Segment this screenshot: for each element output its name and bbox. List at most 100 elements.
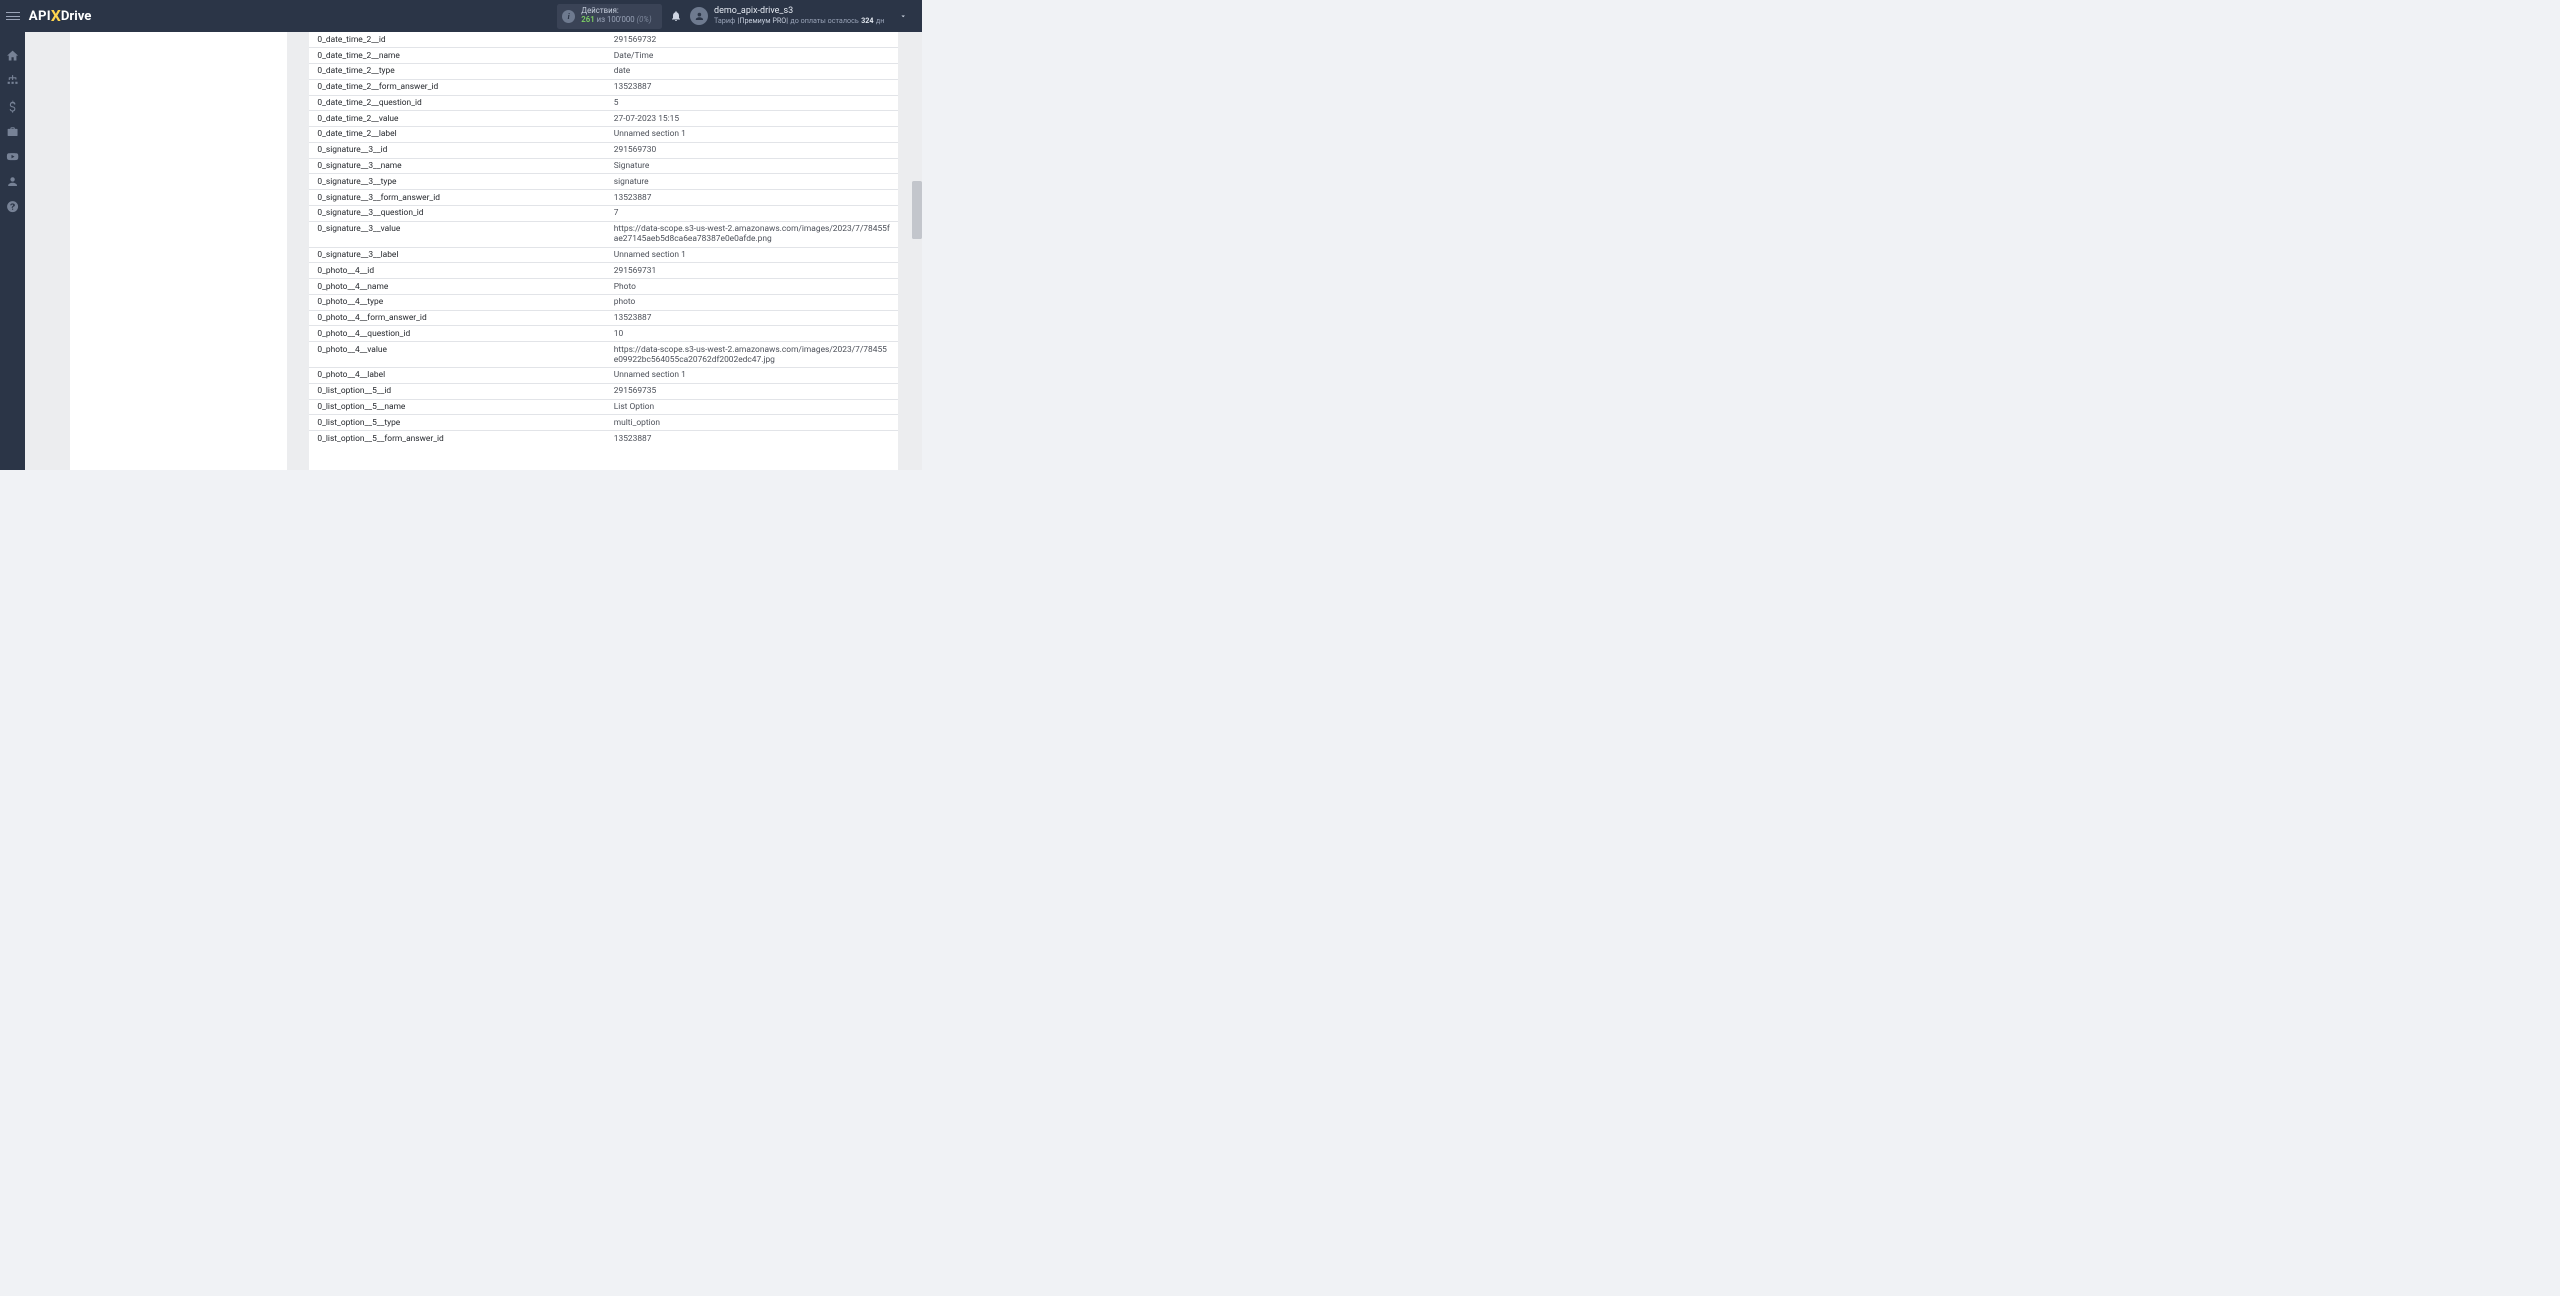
table-row: 0_list_option__5__form_answer_id13523887 [309, 430, 898, 446]
sitemap-icon[interactable] [6, 74, 19, 87]
kv-key: 0_signature__3__label [309, 248, 611, 263]
actions-pct: (0%) [637, 15, 652, 24]
kv-value: https://data-scope.s3-us-west-2.amazonaw… [611, 342, 898, 367]
kv-value: 27-07-2023 15:15 [611, 111, 898, 126]
kv-value: 13523887 [611, 311, 898, 326]
kv-key: 0_signature__3__form_answer_id [309, 190, 611, 205]
briefcase-icon[interactable] [6, 125, 19, 138]
days-suffix: дн [876, 17, 884, 26]
kv-value: Signature [611, 159, 898, 174]
actions-sep: из [597, 15, 605, 24]
kv-key: 0_signature__3__type [309, 174, 611, 189]
table-row: 0_date_time_2__value27-07-2023 15:15 [309, 110, 898, 126]
actions-used: 261 [581, 15, 594, 24]
kv-key: 0_photo__4__name [309, 279, 611, 294]
home-icon[interactable] [6, 49, 19, 62]
kv-key: 0_signature__3__name [309, 159, 611, 174]
table-row: 0_date_time_2__labelUnnamed section 1 [309, 126, 898, 142]
kv-value: Unnamed section 1 [611, 368, 898, 383]
kv-key: 0_signature__3__id [309, 143, 611, 158]
logo-text-1: API [29, 9, 51, 24]
kv-value: 291569732 [611, 32, 898, 47]
left-panel [70, 32, 287, 470]
user-icon[interactable] [6, 175, 19, 188]
kv-key: 0_date_time_2__id [309, 32, 611, 47]
kv-key: 0_date_time_2__question_id [309, 96, 611, 111]
kv-key: 0_photo__4__id [309, 263, 611, 278]
chevron-down-icon [899, 12, 907, 20]
kv-key: 0_photo__4__label [309, 368, 611, 383]
youtube-icon[interactable] [6, 150, 19, 163]
kv-key: 0_date_time_2__form_answer_id [309, 80, 611, 95]
actions-limit: 100'000 [607, 15, 635, 24]
plan-name: |Премиум PRO| [738, 17, 788, 26]
table-row: 0_photo__4__form_answer_id13523887 [309, 310, 898, 326]
notifications-button[interactable] [662, 10, 690, 22]
kv-value: 291569735 [611, 384, 898, 399]
main-panel: 0_date_time_2__id2915697320_date_time_2_… [309, 32, 898, 470]
bell-icon [670, 10, 682, 22]
kv-value: https://data-scope.s3-us-west-2.amazonaw… [611, 222, 898, 247]
kv-key: 0_date_time_2__name [309, 48, 611, 63]
kv-value: 5 [611, 96, 898, 111]
kv-key: 0_signature__3__question_id [309, 206, 611, 221]
table-row: 0_list_option__5__nameList Option [309, 399, 898, 415]
header-bar: API X Drive i Действия: 261 из 100'000 (… [0, 0, 922, 32]
kv-value: List Option [611, 400, 898, 415]
table-row: 0_date_time_2__question_id5 [309, 95, 898, 111]
kv-value: 7 [611, 206, 898, 221]
kv-value: multi_option [611, 415, 898, 430]
tariff-label: Тариф [714, 17, 735, 26]
kv-key: 0_date_time_2__type [309, 64, 611, 79]
kv-value: 291569730 [611, 143, 898, 158]
kv-value: Unnamed section 1 [611, 127, 898, 142]
kv-value: Unnamed section 1 [611, 248, 898, 263]
scrollbar-thumb[interactable] [912, 181, 922, 239]
info-icon: i [562, 10, 575, 23]
table-row: 0_photo__4__typephoto [309, 294, 898, 310]
actions-counter[interactable]: i Действия: 261 из 100'000 (0%) [557, 4, 662, 29]
table-row: 0_signature__3__typesignature [309, 173, 898, 189]
kv-value: 13523887 [611, 190, 898, 205]
kv-key: 0_date_time_2__value [309, 111, 611, 126]
kv-key: 0_list_option__5__form_answer_id [309, 431, 611, 446]
kv-value: photo [611, 295, 898, 310]
user-sub: Тариф |Премиум PRO| до оплаты осталось 3… [714, 17, 884, 26]
table-row: 0_signature__3__labelUnnamed section 1 [309, 247, 898, 263]
logo-text-3: Drive [61, 9, 92, 24]
kv-key: 0_photo__4__question_id [309, 326, 611, 341]
table-row: 0_photo__4__labelUnnamed section 1 [309, 367, 898, 383]
table-row: 0_photo__4__id291569731 [309, 262, 898, 278]
table-row: 0_signature__3__nameSignature [309, 158, 898, 174]
content-area: 0_date_time_2__id2915697320_date_time_2_… [25, 32, 922, 470]
kv-key: 0_list_option__5__name [309, 400, 611, 415]
kv-value: signature [611, 174, 898, 189]
days-left: 324 [861, 17, 873, 26]
menu-toggle-icon[interactable] [6, 9, 20, 23]
kv-key: 0_date_time_2__label [309, 127, 611, 142]
kv-key: 0_photo__4__type [309, 295, 611, 310]
kv-key: 0_signature__3__value [309, 222, 611, 247]
kv-key: 0_photo__4__value [309, 342, 611, 367]
kv-value: date [611, 64, 898, 79]
table-row: 0_signature__3__valuehttps://data-scope.… [309, 221, 898, 247]
help-icon[interactable] [6, 200, 19, 213]
kv-value: Date/Time [611, 48, 898, 63]
table-row: 0_photo__4__question_id10 [309, 325, 898, 341]
table-row: 0_list_option__5__id291569735 [309, 383, 898, 399]
table-row: 0_date_time_2__nameDate/Time [309, 47, 898, 63]
kv-value: 13523887 [611, 431, 898, 446]
kv-key: 0_list_option__5__type [309, 415, 611, 430]
table-row: 0_signature__3__id291569730 [309, 142, 898, 158]
avatar-icon [690, 7, 708, 25]
user-menu-toggle[interactable] [890, 12, 915, 20]
dollar-icon[interactable] [6, 100, 19, 113]
kv-value: 291569731 [611, 263, 898, 278]
kv-value: Photo [611, 279, 898, 294]
logo[interactable]: API X Drive [29, 7, 92, 25]
table-row: 0_list_option__5__typemulti_option [309, 414, 898, 430]
table-row: 0_signature__3__question_id7 [309, 205, 898, 221]
table-row: 0_date_time_2__form_answer_id13523887 [309, 79, 898, 95]
user-menu[interactable]: demo_apix-drive_s3 Тариф |Премиум PRO| д… [690, 6, 890, 25]
pay-text: до оплаты осталось [790, 17, 858, 26]
